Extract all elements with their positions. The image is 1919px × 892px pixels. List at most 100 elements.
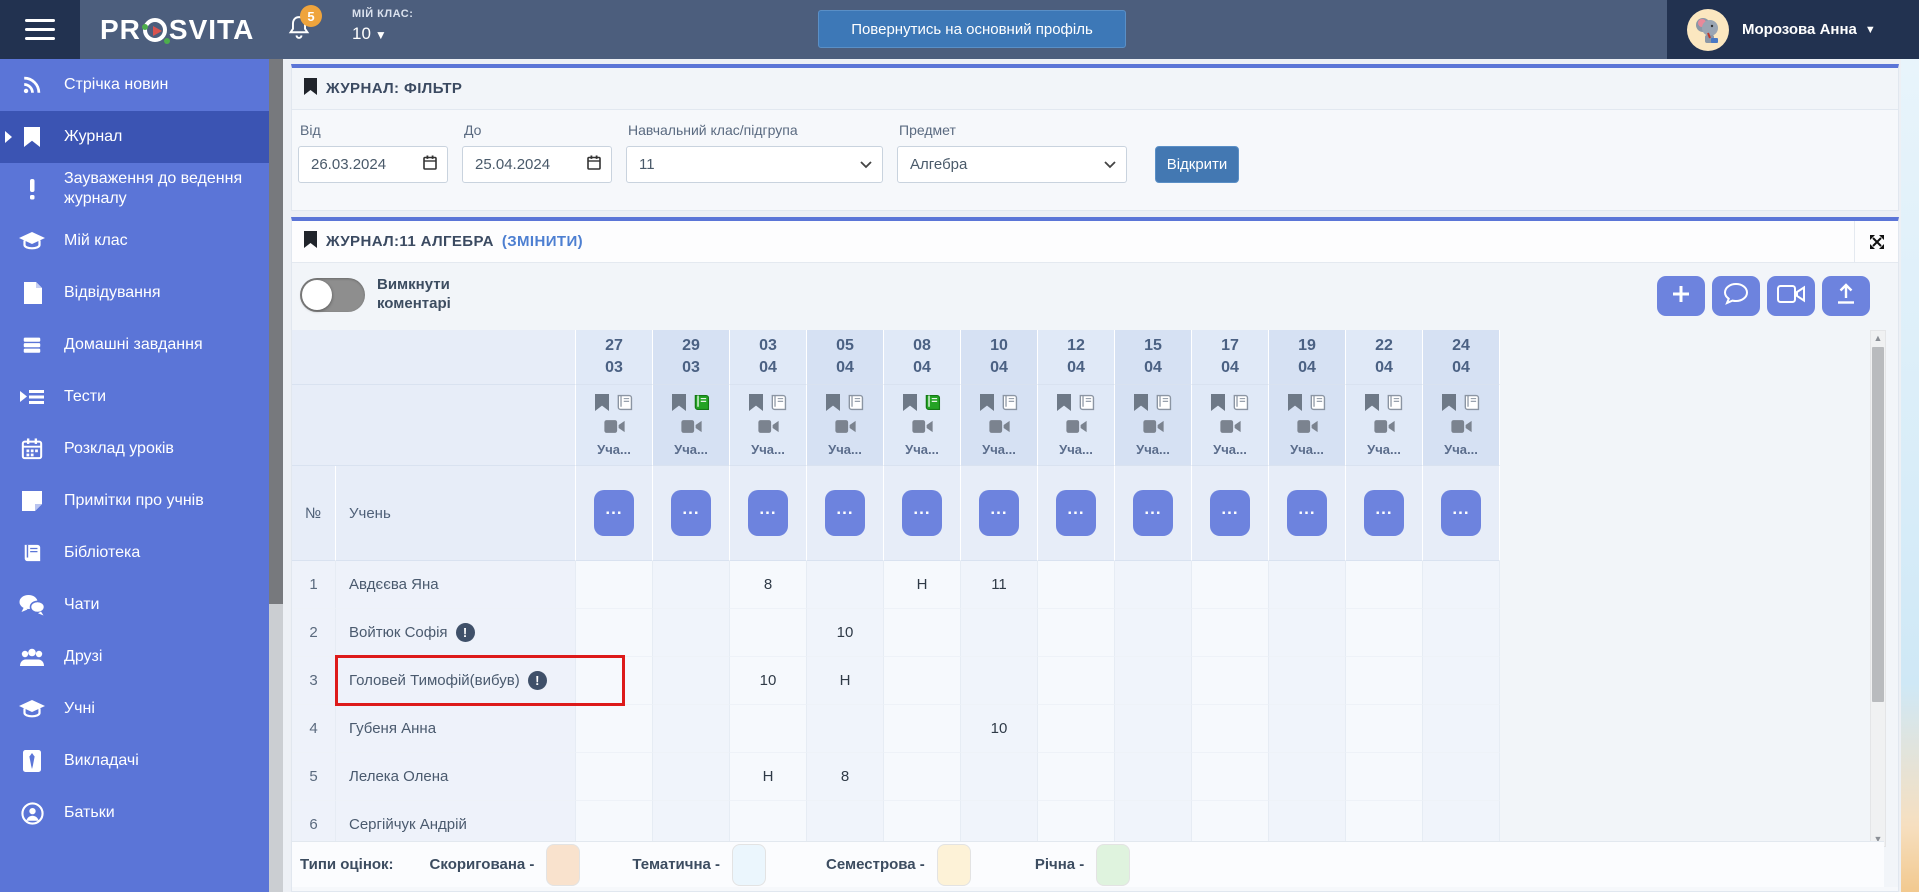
participants-link[interactable]: Уча... xyxy=(982,442,1016,457)
video-camera-icon[interactable] xyxy=(1373,419,1396,439)
journal-change-link[interactable]: (ЗМІНИТИ) xyxy=(502,233,583,250)
grade-cell[interactable] xyxy=(653,753,730,801)
grade-cell[interactable] xyxy=(730,609,807,657)
participants-link[interactable]: Уча... xyxy=(1290,442,1324,457)
date-column-header[interactable]: 1504 xyxy=(1115,330,1192,385)
student-name-cell[interactable]: Губеня Анна xyxy=(336,705,576,753)
warning-icon[interactable]: ! xyxy=(456,623,475,642)
grade-cell[interactable] xyxy=(1346,753,1423,801)
filter-to-date-input[interactable]: 25.04.2024 xyxy=(462,146,612,183)
student-name-cell[interactable]: Авдєєва Яна xyxy=(336,561,576,609)
column-menu-button[interactable]: ... xyxy=(671,490,711,536)
grade-cell[interactable] xyxy=(1269,705,1346,753)
sidebar-item-1[interactable]: Стрічка новин xyxy=(0,59,269,111)
video-camera-icon[interactable] xyxy=(1296,419,1319,439)
grade-cell[interactable] xyxy=(961,657,1038,705)
student-name-cell[interactable]: Головей Тимофій(вибув)! xyxy=(336,657,576,705)
bookmark-icon[interactable] xyxy=(1134,394,1148,416)
grade-cell[interactable] xyxy=(1038,705,1115,753)
video-camera-icon[interactable] xyxy=(1065,419,1088,439)
grade-cell[interactable] xyxy=(1115,705,1192,753)
grade-cell[interactable] xyxy=(1038,753,1115,801)
filter-from-date-input[interactable]: 26.03.2024 xyxy=(298,146,448,183)
participants-link[interactable]: Уча... xyxy=(1367,442,1401,457)
sidebar-item-8[interactable]: Розклад уроків xyxy=(0,423,269,475)
bookmark-icon[interactable] xyxy=(1442,394,1456,416)
date-column-header[interactable]: 1204 xyxy=(1038,330,1115,385)
warning-icon[interactable]: ! xyxy=(528,671,547,690)
sidebar-item-10[interactable]: Бібліотека xyxy=(0,527,269,579)
grade-cell[interactable] xyxy=(576,753,653,801)
grade-cell[interactable] xyxy=(1115,753,1192,801)
grade-cell[interactable]: 8 xyxy=(807,753,884,801)
grade-cell[interactable] xyxy=(884,609,961,657)
participants-link[interactable]: Уча... xyxy=(751,442,785,457)
grade-cell[interactable] xyxy=(1423,753,1500,801)
homework-book-icon-green[interactable] xyxy=(692,394,711,416)
bookmark-icon[interactable] xyxy=(672,394,686,416)
homework-book-icon[interactable] xyxy=(1000,394,1019,416)
grade-cell[interactable] xyxy=(1423,657,1500,705)
grade-cell[interactable] xyxy=(1269,609,1346,657)
homework-book-icon[interactable] xyxy=(1231,394,1250,416)
grade-cell[interactable] xyxy=(576,561,653,609)
homework-book-icon[interactable] xyxy=(1308,394,1327,416)
date-column-header[interactable]: 2204 xyxy=(1346,330,1423,385)
grade-cell[interactable] xyxy=(653,705,730,753)
hamburger-menu-button[interactable] xyxy=(0,0,80,59)
homework-book-icon[interactable] xyxy=(1077,394,1096,416)
grade-cell[interactable] xyxy=(961,753,1038,801)
grade-cell[interactable] xyxy=(1346,705,1423,753)
grade-cell[interactable]: Н xyxy=(730,753,807,801)
comment-button[interactable] xyxy=(1712,276,1760,316)
grade-cell[interactable] xyxy=(1346,561,1423,609)
scroll-up-arrow[interactable]: ▲ xyxy=(1874,331,1883,345)
grade-cell[interactable] xyxy=(1192,609,1269,657)
bookmark-icon[interactable] xyxy=(749,394,763,416)
notifications-bell-button[interactable]: 5 xyxy=(286,15,312,48)
grade-cell[interactable] xyxy=(1423,609,1500,657)
bookmark-icon[interactable] xyxy=(1211,394,1225,416)
column-menu-button[interactable]: ... xyxy=(1210,490,1250,536)
grade-cell[interactable] xyxy=(1269,753,1346,801)
grade-cell[interactable] xyxy=(653,561,730,609)
grade-cell[interactable] xyxy=(1346,657,1423,705)
filter-open-button[interactable]: Відкрити xyxy=(1155,146,1239,183)
column-menu-button[interactable]: ... xyxy=(902,490,942,536)
video-camera-icon[interactable] xyxy=(1450,419,1473,439)
date-column-header[interactable]: 2703 xyxy=(576,330,653,385)
plus-button[interactable] xyxy=(1657,276,1705,316)
date-column-header[interactable]: 0304 xyxy=(730,330,807,385)
column-menu-button[interactable]: ... xyxy=(1133,490,1173,536)
homework-book-icon[interactable] xyxy=(769,394,788,416)
sidebar-item-11[interactable]: Чати xyxy=(0,579,269,631)
grade-cell[interactable]: 11 xyxy=(961,561,1038,609)
grade-cell[interactable] xyxy=(884,657,961,705)
grade-cell[interactable] xyxy=(884,753,961,801)
grade-cell[interactable] xyxy=(730,705,807,753)
sidebar-item-3[interactable]: Зауваження до ведення журналу xyxy=(0,163,269,215)
date-column-header[interactable]: 0804 xyxy=(884,330,961,385)
journal-scrollbar[interactable]: ▲ ▼ xyxy=(1870,330,1886,847)
grade-cell[interactable] xyxy=(1269,657,1346,705)
grade-cell[interactable] xyxy=(576,705,653,753)
grade-cell[interactable] xyxy=(653,657,730,705)
column-menu-button[interactable]: ... xyxy=(979,490,1019,536)
grade-cell[interactable] xyxy=(1346,609,1423,657)
video-camera-icon[interactable] xyxy=(1219,419,1242,439)
page-scrollbar-thumb[interactable] xyxy=(269,59,283,604)
participants-link[interactable]: Уча... xyxy=(828,442,862,457)
grade-cell[interactable]: 8 xyxy=(730,561,807,609)
grade-cell[interactable] xyxy=(1423,561,1500,609)
participants-link[interactable]: Уча... xyxy=(1444,442,1478,457)
video-camera-icon[interactable] xyxy=(680,419,703,439)
sidebar-item-6[interactable]: Домашні завдання xyxy=(0,319,269,371)
grade-cell[interactable] xyxy=(1192,561,1269,609)
bookmark-icon[interactable] xyxy=(826,394,840,416)
bookmark-icon[interactable] xyxy=(595,394,609,416)
sidebar-item-2[interactable]: Журнал xyxy=(0,111,269,163)
grade-cell[interactable] xyxy=(576,609,653,657)
bookmark-icon[interactable] xyxy=(1365,394,1379,416)
page-scrollbar[interactable] xyxy=(269,59,283,892)
video-camera-icon[interactable] xyxy=(603,419,626,439)
